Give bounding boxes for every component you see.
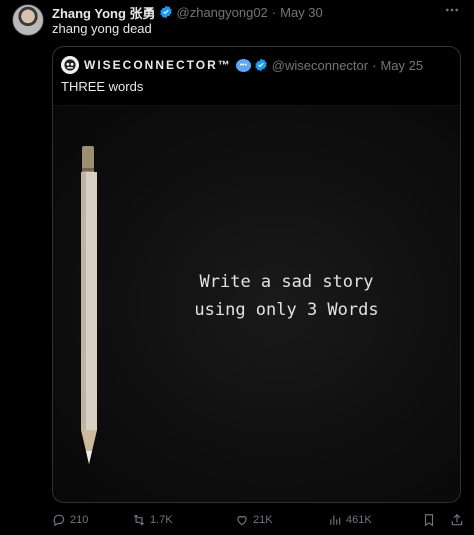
share-icon [451,513,463,526]
like-count: 21K [253,514,273,526]
tweet-header: Zhang Yong 张勇 @zhangyong02 · May 30 [52,3,323,22]
like-button[interactable]: 21K [235,513,273,527]
share-button[interactable] [450,513,468,527]
reply-count: 210 [70,514,89,526]
media-caption: Write a sad story using only 3 Words [53,268,460,324]
quoted-header: WISECONNECTOR™ ••• @wiseconnector · May … [61,56,423,74]
separator-dot: · [372,57,377,73]
heart-icon [237,515,247,526]
author-name[interactable]: Zhang Yong 张勇 [52,3,156,22]
quoted-author-name[interactable]: WISECONNECTOR™ [84,58,232,72]
quoted-author-handle[interactable]: @wiseconnector [272,58,368,73]
reply-icon [53,514,65,527]
bookmark-button[interactable] [422,513,440,527]
media-caption-line-2: using only 3 Words [194,300,379,320]
quoted-tweet-text: THREE words [61,79,144,94]
bar-chart-icon [330,515,341,525]
verified-badge-icon [159,5,173,19]
quoted-author-avatar[interactable] [61,56,79,74]
reply-button[interactable]: 210 [52,513,88,527]
speech-bubble-icon: ••• [235,58,251,72]
quoted-media-image[interactable]: Write a sad story using only 3 Words [53,105,460,502]
view-count: 461K [346,514,372,526]
verified-badge-icon [254,58,268,72]
tweet-text: zhang yong dead [52,21,152,36]
tweet-date[interactable]: May 30 [280,5,323,20]
bookmark-icon [424,514,434,527]
media-caption-line-1: Write a sad story [199,272,374,292]
separator-dot: · [271,4,277,20]
author-handle[interactable]: @zhangyong02 [177,5,268,20]
repost-count: 1.7K [150,514,173,526]
views-button[interactable]: 461K [328,513,372,527]
tweet[interactable]: Zhang Yong 张勇 @zhangyong02 · May 30 zhan… [0,0,474,535]
repost-icon [133,514,145,526]
ellipsis-icon[interactable] [444,2,460,21]
quoted-tweet[interactable]: WISECONNECTOR™ ••• @wiseconnector · May … [52,46,461,503]
repost-button[interactable]: 1.7K [132,513,173,527]
quoted-tweet-date[interactable]: May 25 [380,58,423,73]
author-avatar[interactable] [12,4,44,36]
tweet-actions: 210 1.7K 21K 461K [52,510,463,530]
